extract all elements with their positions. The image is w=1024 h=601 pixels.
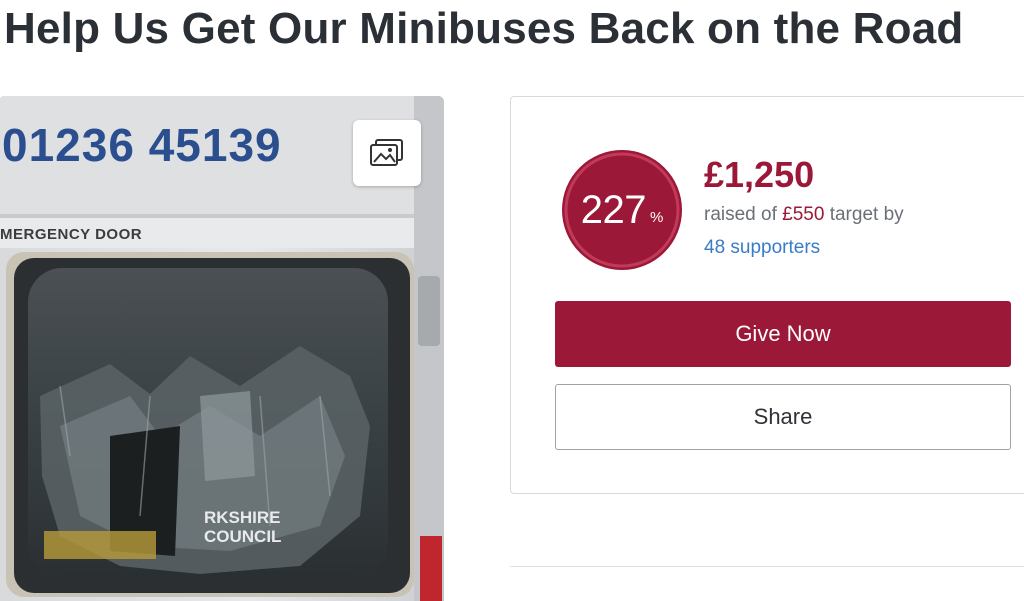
council-decal-line2: COUNCIL [204, 527, 282, 546]
give-now-button[interactable]: Give Now [555, 301, 1011, 367]
section-divider [510, 566, 1024, 567]
target-amount: £550 [782, 204, 825, 225]
raised-summary: raised of £550 target by [704, 204, 904, 226]
bus-phone-number: 01236 45139 [2, 119, 282, 171]
progress-percent-sign: % [649, 208, 664, 226]
raised-suffix: target by [824, 204, 904, 225]
progress-ring: 227% [560, 148, 684, 272]
bus-door-label: MERGENCY DOOR [0, 226, 143, 243]
amount-raised: £1,250 [704, 154, 815, 195]
image-gallery-button[interactable] [353, 120, 421, 186]
supporters-link[interactable]: 48 supporters [704, 237, 820, 259]
progress-percent-value: 227 [580, 187, 647, 232]
council-decal-line1: RKSHIRE [204, 508, 281, 527]
council-decal: RKSHIRE COUNCIL [204, 508, 281, 546]
raised-prefix: raised of [704, 204, 783, 225]
progress-percent: 227% [560, 148, 684, 272]
share-button[interactable]: Share [555, 384, 1011, 450]
page-title: Help Us Get Our Minibuses Back on the Ro… [4, 4, 964, 53]
image-gallery-icon [370, 139, 403, 166]
